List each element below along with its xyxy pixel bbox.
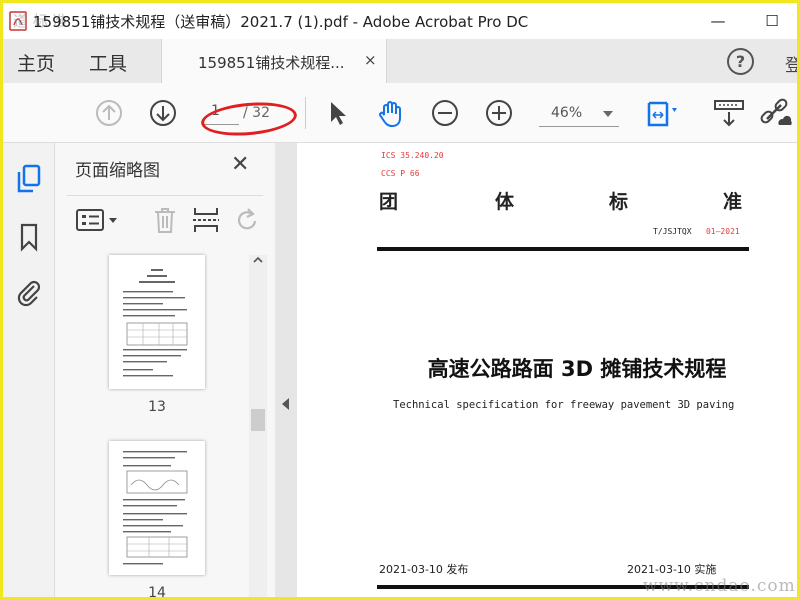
- scroll-mode-icon[interactable]: [711, 95, 747, 131]
- ics-code: ICS 35.240.20: [381, 151, 444, 160]
- document-subtitle: Technical specification for freeway pave…: [393, 399, 735, 411]
- sign-in-button[interactable]: 登: [785, 51, 797, 76]
- org-char: 标: [609, 191, 629, 213]
- home-tab[interactable]: 主页: [17, 49, 55, 76]
- delete-page-icon[interactable]: [151, 205, 179, 235]
- attachment-icon[interactable]: [15, 277, 43, 309]
- page-thumbnail-content: [123, 269, 188, 377]
- zoom-in-icon[interactable]: [481, 95, 517, 131]
- menu-bar: 主页 工具 159851铺技术规程... × ? 登: [3, 39, 797, 83]
- close-panel-icon[interactable]: ✕: [231, 152, 249, 177]
- toolbar: 1 / 32 46%: [3, 83, 797, 143]
- page-split-icon[interactable]: [191, 205, 221, 235]
- page-thumbnails-icon[interactable]: [15, 163, 43, 195]
- page-thumbnail[interactable]: [109, 441, 205, 575]
- left-nav-rail: [3, 143, 55, 597]
- title-bar: 道 标 准 159851铺技术规程（送审稿）2021.7 (1).pdf - A…: [3, 3, 797, 39]
- thumbnail-page-number: 13: [148, 399, 166, 415]
- document-title: 高速公路路面 3D 摊铺技术规程: [297, 353, 797, 383]
- document-tab-label: 159851铺技术规程...: [198, 54, 345, 72]
- header-rule: [377, 247, 749, 251]
- zoom-level-select[interactable]: 46%: [539, 103, 619, 127]
- document-view[interactable]: ICS 35.240.20 CCS P 66 团 体 标 准 T/JSJTQX …: [297, 143, 797, 597]
- hand-tool-icon[interactable]: [373, 95, 409, 131]
- pdf-page: ICS 35.240.20 CCS P 66 团 体 标 准 T/JSJTQX …: [297, 143, 797, 597]
- org-char: 准: [723, 191, 743, 213]
- document-title-text: 高速公路路面 3D 摊铺技术规程: [427, 357, 727, 381]
- maximize-button[interactable]: ☐: [757, 9, 787, 33]
- site-watermark: www.cndao.com: [643, 576, 796, 596]
- release-date: 2021-03-10 发布: [379, 563, 469, 576]
- link-cloud-icon[interactable]: [757, 95, 793, 131]
- panel-splitter[interactable]: [275, 143, 297, 597]
- document-number: T/JSJTQX 01—2021: [653, 227, 740, 236]
- scrollbar-thumb[interactable]: [251, 409, 265, 431]
- select-cursor-icon[interactable]: [319, 95, 355, 131]
- bookmark-icon[interactable]: [15, 221, 43, 253]
- thumbnails-scrollbar[interactable]: [249, 255, 267, 597]
- panel-title: 页面缩略图: [75, 161, 160, 181]
- collapse-panel-icon[interactable]: [282, 398, 289, 410]
- thumbnail-options-icon[interactable]: [75, 205, 121, 235]
- document-number-prefix: T/JSJTQX: [653, 227, 692, 236]
- document-tab[interactable]: 159851铺技术规程... ×: [161, 39, 387, 83]
- thumbnails-panel: 页面缩略图 ✕ 13 14: [55, 143, 275, 597]
- document-number-suffix: 01—2021: [705, 227, 740, 236]
- previous-page-icon[interactable]: [91, 95, 127, 131]
- rotate-page-icon[interactable]: [233, 205, 261, 235]
- thumbnail-page-number: 14: [148, 585, 166, 597]
- chevron-down-icon: [603, 111, 613, 117]
- org-char: 团: [379, 191, 399, 213]
- chevron-up-icon[interactable]: [253, 255, 263, 265]
- panel-divider: [67, 195, 263, 196]
- minimize-button[interactable]: —: [703, 9, 733, 33]
- tools-tab[interactable]: 工具: [89, 49, 127, 76]
- zoom-level-value: 46%: [551, 105, 583, 121]
- app-window: 道 标 准 159851铺技术规程（送审稿）2021.7 (1).pdf - A…: [3, 3, 797, 597]
- org-char: 体: [495, 191, 515, 213]
- close-tab-icon[interactable]: ×: [364, 51, 377, 69]
- help-icon[interactable]: ?: [727, 48, 754, 75]
- toolbar-divider: [305, 97, 306, 129]
- page-thumbnail[interactable]: [109, 255, 205, 389]
- page-thumbnail-content: [123, 451, 188, 565]
- window-title: 159851铺技术规程（送审稿）2021.7 (1).pdf - Adobe A…: [33, 13, 529, 31]
- page-fit-icon[interactable]: [643, 95, 679, 131]
- zoom-out-icon[interactable]: [427, 95, 463, 131]
- ccs-code: CCS P 66: [381, 169, 420, 178]
- implement-date: 2021-03-10 实施: [627, 563, 717, 576]
- next-page-icon[interactable]: [145, 95, 181, 131]
